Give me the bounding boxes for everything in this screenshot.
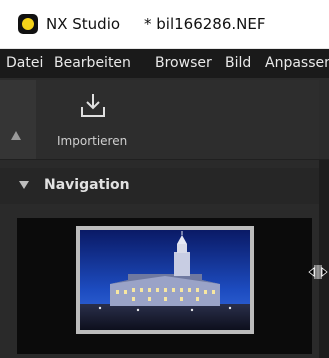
nx-studio-logo-icon [18, 14, 38, 34]
menu-bar: Datei Bearbeiten Browser Bild Anpassen [0, 49, 329, 78]
app-name: NX Studio [46, 15, 121, 33]
import-icon[interactable] [78, 92, 108, 120]
menu-anpassen[interactable]: Anpassen [265, 55, 329, 71]
menu-datei[interactable]: Datei [6, 55, 43, 71]
expand-triangle-icon[interactable] [19, 181, 29, 189]
collapse-up-icon[interactable] [11, 131, 21, 140]
column-resize-cursor-icon [308, 263, 328, 281]
toolbar-collapse-strip[interactable] [0, 80, 36, 159]
menu-bild[interactable]: Bild [225, 55, 251, 71]
title-bar: NX Studio * bil166286.NEF [0, 0, 329, 49]
navigation-thumbnail[interactable] [76, 226, 254, 334]
import-button-label[interactable]: Importieren [57, 134, 127, 148]
building-at-night-thumbnail [80, 230, 250, 330]
menu-bearbeiten[interactable]: Bearbeiten [54, 55, 131, 71]
navigation-panel-title[interactable]: Navigation [44, 177, 130, 193]
menu-browser[interactable]: Browser [155, 55, 212, 71]
panel-splitter[interactable] [319, 160, 329, 358]
document-title: * bil166286.NEF [144, 15, 266, 33]
